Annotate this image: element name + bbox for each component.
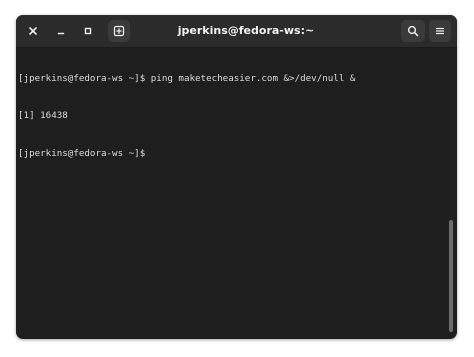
text-cursor [151,147,156,157]
minimize-icon [56,26,66,36]
window-title: jperkins@fedora-ws:~ [177,24,315,37]
scrollbar[interactable] [449,220,453,332]
minimize-button[interactable] [51,21,71,41]
maximize-icon [83,26,93,36]
close-button[interactable] [23,21,43,41]
new-tab-icon [113,25,125,37]
terminal-window: jperkins@fedora-ws:~ [jperkins@fedora-ws… [16,15,457,339]
prompt-text: [jperkins@fedora-ws ~]$ [18,148,151,160]
terminal-line-prompt: [jperkins@fedora-ws ~]$ [18,147,438,159]
menu-button[interactable] [429,20,451,42]
terminal-line-command: [jperkins@fedora-ws ~]$ ping maketecheas… [18,72,356,84]
new-tab-button[interactable] [108,20,130,42]
hamburger-menu-icon [435,26,445,36]
titlebar[interactable]: jperkins@fedora-ws:~ [16,15,457,48]
search-icon [407,25,419,37]
search-button[interactable] [401,20,425,42]
maximize-button[interactable] [78,21,98,41]
terminal-line-job: [1] 16438 [18,110,68,122]
terminal-output[interactable]: [jperkins@fedora-ws ~]$ ping maketecheas… [18,48,438,336]
close-icon [28,26,38,36]
